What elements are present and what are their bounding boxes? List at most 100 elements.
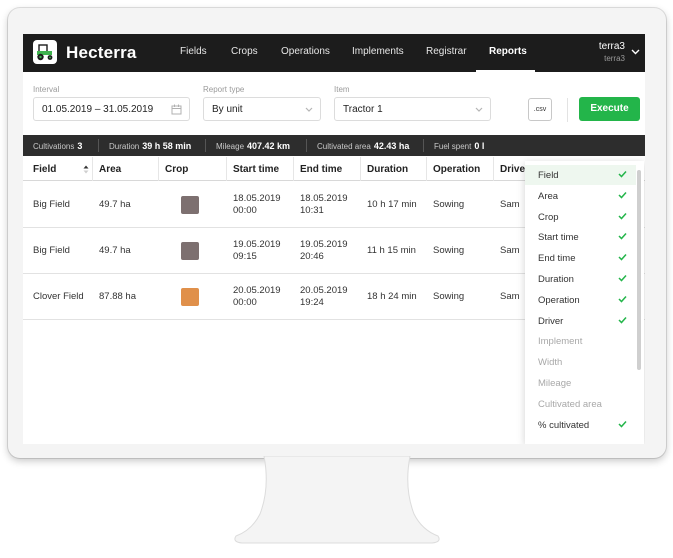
column-header-crop[interactable]: Crop bbox=[165, 164, 188, 175]
cell-duration: 18 h 24 min bbox=[367, 291, 417, 302]
checkmark-icon bbox=[618, 295, 627, 303]
crop-color-swatch bbox=[181, 196, 199, 214]
column-visibility-menu: Field Area Crop Start time End time Duration O… bbox=[525, 161, 644, 444]
item-label: Item bbox=[334, 85, 350, 94]
stat-duration: Duration 39 h 58 min bbox=[109, 141, 192, 151]
column-option[interactable]: Mileage bbox=[525, 373, 636, 393]
cell-end-time: 18.05.2019 10:31 bbox=[300, 193, 348, 216]
column-option-label: Crop bbox=[538, 211, 559, 223]
checkmark-icon bbox=[618, 420, 627, 428]
cell-operation: Sowing bbox=[433, 245, 465, 256]
column-header-start-time[interactable]: Start time bbox=[233, 164, 279, 175]
tractor-logo-icon[interactable] bbox=[33, 40, 57, 64]
nav-registrar[interactable]: Registrar bbox=[426, 46, 467, 57]
user-name[interactable]: terra3 bbox=[599, 41, 625, 52]
cell-driver: Sam bbox=[500, 199, 520, 210]
active-tab-indicator bbox=[476, 70, 535, 72]
menu-scrollbar[interactable] bbox=[637, 170, 641, 370]
cell-field: Big Field bbox=[33, 199, 70, 210]
report-type-label: Report type bbox=[203, 85, 245, 94]
chevron-down-icon[interactable] bbox=[631, 49, 640, 55]
column-option-label: Start time bbox=[538, 232, 579, 244]
item-value: Tractor 1 bbox=[343, 104, 383, 115]
calendar-icon[interactable] bbox=[171, 104, 182, 115]
column-divider bbox=[426, 157, 427, 181]
checkmark-icon bbox=[618, 212, 627, 220]
report-type-value: By unit bbox=[212, 104, 243, 115]
csv-export-button[interactable]: .csv bbox=[528, 98, 552, 121]
stat-cultivations: Cultivations 3 bbox=[33, 141, 83, 151]
column-header-duration[interactable]: Duration bbox=[367, 164, 408, 175]
cell-area: 49.7 ha bbox=[99, 199, 131, 210]
column-header-operation[interactable]: Operation bbox=[433, 164, 480, 175]
checkmark-icon bbox=[618, 316, 627, 324]
column-header-area[interactable]: Area bbox=[99, 164, 121, 175]
interval-value: 01.05.2019 – 31.05.2019 bbox=[42, 104, 154, 115]
summary-stats-bar: Cultivations 3 Duration 39 h 58 min Mileag… bbox=[23, 135, 645, 156]
checkmark-icon bbox=[618, 274, 627, 282]
stat-fuel-spent: Fuel spent 0 l bbox=[434, 141, 485, 151]
cell-duration: 10 h 17 min bbox=[367, 199, 417, 210]
column-header-end-time[interactable]: End time bbox=[300, 164, 342, 175]
column-option[interactable]: Driver bbox=[525, 311, 636, 331]
cell-area: 87.88 ha bbox=[99, 291, 136, 302]
stat-divider bbox=[98, 139, 99, 152]
column-option-label: Area bbox=[538, 190, 559, 202]
checkmark-icon bbox=[618, 254, 627, 261]
column-option-label: Driver bbox=[538, 315, 564, 327]
top-navbar: Hecterra Fields Crops Operations Impleme… bbox=[23, 34, 645, 72]
monitor-stand bbox=[234, 456, 440, 544]
interval-input[interactable]: 01.05.2019 – 31.05.2019 bbox=[33, 97, 190, 121]
column-option[interactable]: Duration bbox=[525, 269, 636, 289]
sort-icon[interactable] bbox=[83, 165, 89, 174]
column-option[interactable]: Cultivated area bbox=[525, 394, 636, 414]
nav-fields[interactable]: Fields bbox=[180, 46, 207, 57]
checkmark-icon bbox=[618, 170, 627, 178]
column-option[interactable]: Area bbox=[525, 186, 636, 206]
cell-start-time: 18.05.2019 00:00 bbox=[233, 193, 281, 216]
column-divider bbox=[293, 157, 294, 181]
user-account: terra3 bbox=[604, 54, 625, 63]
column-option[interactable]: % cultivated bbox=[525, 415, 636, 435]
nav-reports[interactable]: Reports bbox=[489, 46, 527, 57]
nav-implements[interactable]: Implements bbox=[352, 46, 404, 57]
column-option-label: Mileage bbox=[538, 378, 572, 389]
checkmark-icon bbox=[618, 233, 627, 240]
report-type-select[interactable]: By unit bbox=[203, 97, 321, 121]
column-option-label: End time bbox=[538, 253, 576, 265]
cell-duration: 11 h 15 min bbox=[367, 245, 416, 256]
interval-label: Interval bbox=[33, 85, 60, 94]
cell-end-time: 20.05.2019 19:24 bbox=[300, 285, 348, 308]
crop-color-swatch bbox=[181, 242, 199, 260]
checkmark-icon bbox=[618, 191, 627, 199]
column-option[interactable]: Width bbox=[525, 352, 636, 372]
column-option[interactable]: End time bbox=[525, 248, 636, 268]
column-option-label: Cultivated area bbox=[538, 398, 602, 410]
stat-divider bbox=[423, 139, 424, 152]
column-divider bbox=[158, 157, 159, 181]
execute-button[interactable]: Execute bbox=[579, 97, 640, 121]
cell-end-time: 19.05.2019 20:46 bbox=[300, 239, 348, 262]
column-option[interactable]: Crop bbox=[525, 207, 636, 227]
nav-operations[interactable]: Operations bbox=[281, 46, 330, 57]
column-option-label: Duration bbox=[538, 274, 574, 285]
column-option[interactable]: Start time bbox=[525, 227, 636, 247]
app-title: Hecterra bbox=[66, 43, 137, 62]
column-option[interactable]: Implement bbox=[525, 331, 636, 351]
cell-driver: Sam bbox=[500, 291, 520, 302]
cell-area: 49.7 ha bbox=[99, 245, 131, 256]
column-option-label: % cultivated bbox=[538, 419, 590, 431]
cell-field: Big Field bbox=[33, 245, 70, 256]
column-option[interactable]: Field bbox=[525, 165, 636, 185]
nav-crops[interactable]: Crops bbox=[231, 46, 258, 57]
stat-divider bbox=[205, 139, 206, 152]
cell-driver: Sam bbox=[500, 245, 520, 256]
item-select[interactable]: Tractor 1 bbox=[334, 97, 491, 121]
column-divider bbox=[493, 157, 494, 181]
column-header-field[interactable]: Field bbox=[33, 164, 56, 175]
cell-operation: Sowing bbox=[433, 199, 465, 210]
stat-divider bbox=[306, 139, 307, 152]
chevron-down-icon bbox=[475, 107, 483, 112]
cell-start-time: 20.05.2019 00:00 bbox=[233, 285, 281, 308]
column-option[interactable]: Operation bbox=[525, 290, 636, 310]
